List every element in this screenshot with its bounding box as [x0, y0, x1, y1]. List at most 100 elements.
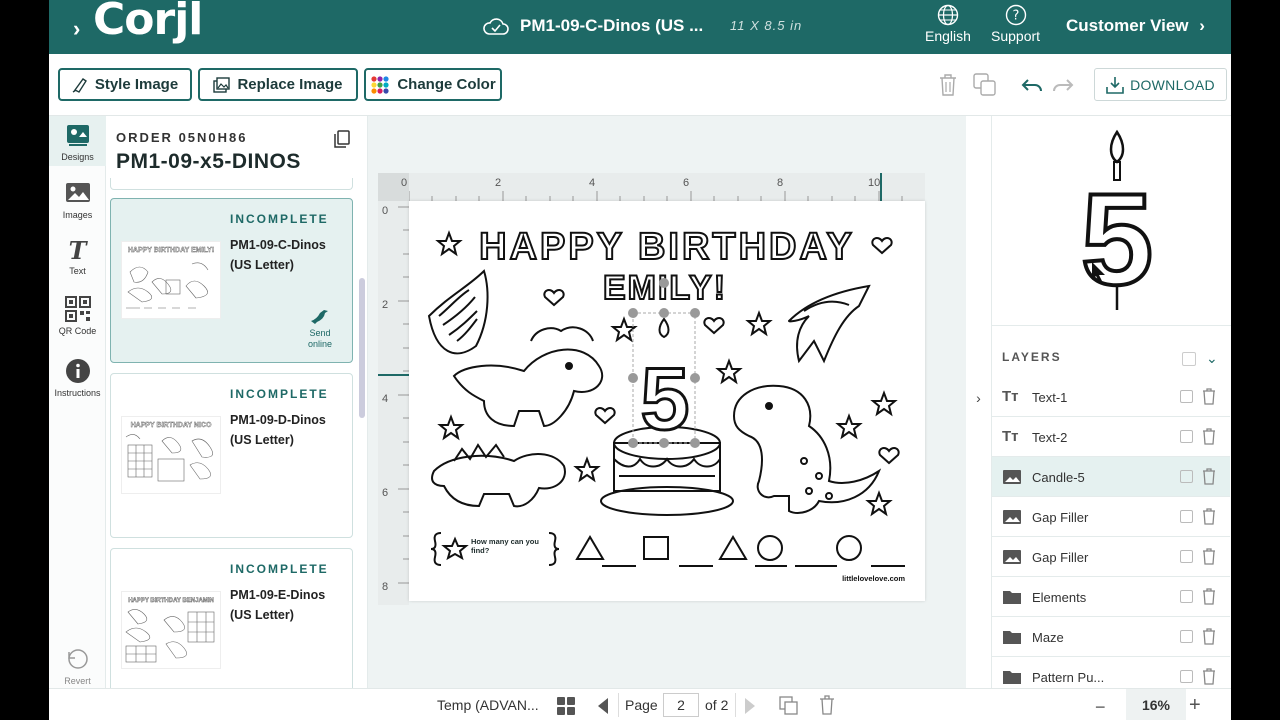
- zoom-level[interactable]: 16%: [1126, 689, 1186, 720]
- customer-view-label: Customer View: [1066, 16, 1189, 35]
- layer-text-1[interactable]: Tт Text-1: [992, 377, 1230, 417]
- qr-code-label: QR Code: [58, 326, 97, 336]
- document-title[interactable]: PM1-09-C-Dinos (US ...: [520, 16, 703, 36]
- change-color-button[interactable]: Change Color: [364, 68, 502, 101]
- send-online-label: Send online: [307, 328, 333, 349]
- lock-icon[interactable]: [1180, 390, 1193, 403]
- layer-text-2[interactable]: Tт Text-2: [992, 417, 1230, 457]
- undo-icon: [1021, 79, 1042, 92]
- replace-image-icon: [213, 76, 231, 93]
- zoom-out-button[interactable]: −: [1095, 697, 1106, 718]
- undo-button[interactable]: [1019, 72, 1045, 98]
- style-image-button[interactable]: Style Image: [58, 68, 192, 101]
- change-color-label: Change Color: [397, 76, 496, 93]
- expand-chevron-icon[interactable]: ›: [73, 16, 80, 42]
- lock-all-icon[interactable]: [1182, 352, 1196, 366]
- chevron-right-icon: ›: [1199, 16, 1205, 35]
- element-preview: 5: [992, 116, 1231, 326]
- replace-image-button[interactable]: Replace Image: [198, 68, 358, 101]
- layer-gap-filler[interactable]: Gap Filler: [992, 497, 1230, 537]
- support-button[interactable]: ? Support: [991, 4, 1040, 44]
- page-count: of 2: [705, 697, 729, 713]
- layer-name: Gap Filler: [1032, 550, 1089, 565]
- trash-icon[interactable]: [1202, 468, 1216, 485]
- layer-gap-filler[interactable]: Gap Filler: [992, 537, 1230, 577]
- canvas-area[interactable]: 0 2 4 6 8 10 0 2 4 6 8 HAPPY BIRTHDAY EM…: [368, 116, 966, 688]
- layer-name: Candle-5: [1032, 470, 1085, 485]
- trash-icon[interactable]: [1202, 668, 1216, 685]
- design-name: PM1-09-D-Dinos (US Letter): [230, 413, 326, 447]
- layer-name: Pattern Pu...: [1032, 670, 1105, 685]
- ruler-label: 0: [401, 177, 408, 189]
- previous-page-icon[interactable]: [596, 697, 610, 715]
- design-card[interactable]: INCOMPLETE PM1-09-D-Dinos (US Letter) HA…: [110, 373, 353, 538]
- customer-view-button[interactable]: Customer View ›: [1066, 16, 1205, 36]
- duplicate-button[interactable]: [972, 72, 998, 98]
- image-icon: [1003, 510, 1021, 524]
- trash-icon[interactable]: [1202, 588, 1216, 605]
- page-number-input[interactable]: 2: [663, 693, 699, 717]
- grid-view-icon[interactable]: [556, 696, 576, 716]
- replace-image-label: Replace Image: [237, 76, 343, 93]
- design-card-selected[interactable]: INCOMPLETE PM1-09-C-Dinos (US Letter) HA…: [110, 198, 353, 363]
- delete-button[interactable]: [935, 72, 961, 98]
- design-status: INCOMPLETE: [230, 562, 329, 576]
- template-selector[interactable]: Temp (ADVAN...: [437, 697, 539, 713]
- thumb-title: HAPPY BIRTHDAY NICO: [131, 422, 212, 429]
- design-thumbnail: HAPPY BIRTHDAY NICO: [121, 416, 221, 494]
- duplicate-page-icon[interactable]: [779, 696, 799, 716]
- happy-birthday-text[interactable]: HAPPY BIRTHDAY: [478, 225, 855, 269]
- layer-name: Text-1: [1032, 390, 1068, 405]
- lock-icon[interactable]: [1180, 550, 1193, 563]
- redo-button[interactable]: [1050, 72, 1076, 98]
- images-label: Images: [62, 210, 93, 220]
- find-question-text: How many can you find?: [471, 537, 539, 555]
- trash-icon[interactable]: [1202, 428, 1216, 445]
- folder-icon: [1003, 671, 1021, 684]
- lock-icon[interactable]: [1180, 430, 1193, 443]
- lock-icon[interactable]: [1180, 630, 1193, 643]
- rail-qr-code[interactable]: QR Code: [49, 296, 106, 336]
- candle-flame: [658, 317, 670, 339]
- divider: [618, 693, 619, 717]
- design-page[interactable]: HAPPY BIRTHDAY EMILY! 5 How many can you…: [409, 201, 925, 601]
- divider: [735, 693, 736, 717]
- trash-icon[interactable]: [1202, 388, 1216, 405]
- delete-page-icon[interactable]: [819, 695, 835, 715]
- thumb-title: HAPPY BIRTHDAY EMILY!: [128, 247, 214, 254]
- lock-icon[interactable]: [1180, 670, 1193, 683]
- trash-icon[interactable]: [1202, 628, 1216, 645]
- zoom-in-button[interactable]: +: [1189, 694, 1201, 717]
- layer-candle-5[interactable]: Candle-5: [992, 457, 1230, 497]
- lock-icon[interactable]: [1180, 590, 1193, 603]
- next-page-icon[interactable]: [743, 697, 757, 715]
- design-card[interactable]: INCOMPLETE PM1-09-E-Dinos (US Letter) HA…: [110, 548, 353, 688]
- layer-maze[interactable]: Maze: [992, 617, 1230, 657]
- download-button[interactable]: DOWNLOAD: [1094, 68, 1227, 101]
- download-label: DOWNLOAD: [1130, 76, 1215, 93]
- layer-pattern[interactable]: Pattern Pu...: [992, 657, 1230, 688]
- rail-text[interactable]: T Text: [49, 236, 106, 277]
- corjl-logo[interactable]: Corjl: [93, 0, 203, 45]
- layer-elements[interactable]: Elements: [992, 577, 1230, 617]
- lock-icon[interactable]: [1180, 470, 1193, 483]
- design-name: PM1-09-E-Dinos (US Letter): [230, 588, 326, 622]
- rail-revert[interactable]: Revert: [49, 646, 106, 686]
- language-button[interactable]: English: [925, 4, 971, 44]
- rail-designs[interactable]: Designs: [49, 116, 106, 166]
- copy-icon[interactable]: [334, 130, 350, 148]
- lock-icon[interactable]: [1180, 510, 1193, 523]
- t-rex: [732, 384, 882, 514]
- collapse-panel-button[interactable]: ›: [966, 390, 991, 406]
- trash-icon[interactable]: [1202, 508, 1216, 525]
- ruler-label: 8: [382, 581, 389, 593]
- rail-images[interactable]: Images: [49, 180, 106, 220]
- trash-icon[interactable]: [1202, 548, 1216, 565]
- layers-collapse-icon[interactable]: ⌄: [1206, 350, 1218, 367]
- text-t-icon: T: [68, 236, 87, 265]
- layer-name: Elements: [1032, 590, 1087, 605]
- send-online-button[interactable]: Send online: [305, 307, 335, 350]
- child-name-text[interactable]: EMILY!: [602, 268, 727, 308]
- rail-instructions[interactable]: Instructions: [49, 358, 106, 398]
- designs-scrollbar[interactable]: [359, 278, 365, 418]
